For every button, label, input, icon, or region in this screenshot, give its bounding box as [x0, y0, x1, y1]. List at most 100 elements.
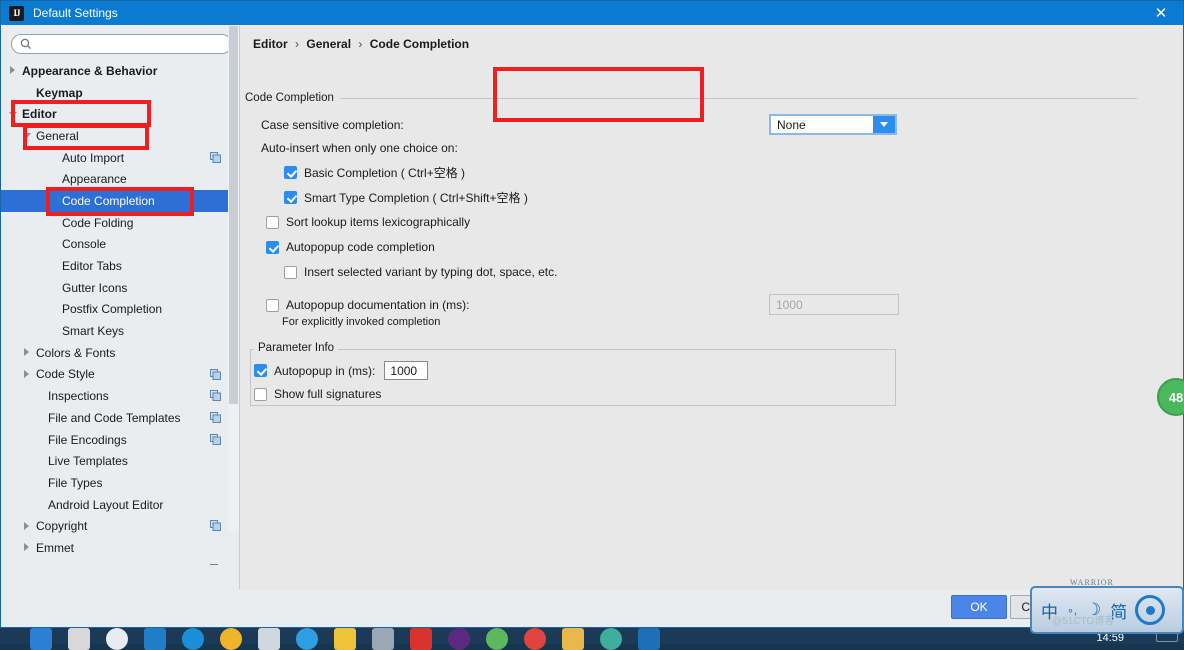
basic-completion-checkbox[interactable] — [284, 166, 297, 179]
smart-type-completion-row[interactable]: Smart Type Completion ( Ctrl+Shift+空格 ) — [284, 189, 528, 206]
taskbar-icon-teal[interactable] — [600, 628, 622, 650]
sidebar-scrollbar-track[interactable] — [228, 26, 239, 531]
copy-settings-icon[interactable] — [210, 368, 221, 380]
sidebar-item-auto-import[interactable]: Auto Import — [1, 147, 239, 169]
copy-settings-icon[interactable] — [210, 151, 221, 163]
taskbar-icon-green[interactable] — [486, 628, 508, 650]
chevron-down-icon[interactable] — [873, 116, 895, 133]
breadcrumb-separator-1: › — [295, 37, 300, 51]
sidebar-item-file-types[interactable]: File Types — [1, 472, 239, 494]
sidebar-item-editor[interactable]: Editor — [1, 103, 239, 125]
basic-completion-row[interactable]: Basic Completion ( Ctrl+空格 ) — [284, 164, 465, 181]
sidebar-item-keymap[interactable]: Keymap — [1, 82, 239, 104]
autopopup-documentation-checkbox[interactable] — [266, 298, 279, 312]
autopopup-code-completion-row[interactable]: Autopopup code completion — [266, 240, 435, 254]
insert-selected-variant-checkbox[interactable] — [284, 265, 297, 279]
close-icon[interactable]: ✕ — [1139, 1, 1183, 25]
insert-selected-variant-row[interactable]: Insert selected variant by typing dot, s… — [284, 265, 557, 279]
copy-settings-icon[interactable] — [210, 412, 221, 423]
sidebar-item-label: Auto Import — [62, 150, 125, 165]
sidebar-item-appearance[interactable]: Appearance — [1, 168, 239, 190]
ime-brand-label: WARRIOR — [1070, 578, 1114, 587]
sidebar-item-label: Appearance — [62, 172, 127, 187]
case-sensitive-completion-dropdown[interactable]: None — [769, 114, 897, 135]
autopopup-documentation-hint-text: For explicitly invoked completion — [282, 316, 441, 328]
taskbar-icon-notes[interactable] — [258, 628, 280, 650]
copy-settings-icon[interactable] — [210, 520, 221, 532]
sidebar-item-label: Live Templates — [48, 454, 128, 469]
sidebar-item-gui-designer[interactable]: GUI Designer — [1, 559, 239, 565]
sidebar-item-android-layout-editor[interactable]: Android Layout Editor — [1, 494, 239, 516]
taskbar-icon-folder[interactable] — [562, 628, 584, 650]
dialog-footer: OK Cancel — [1, 589, 1183, 627]
sort-lookup-row[interactable]: Sort lookup items lexicographically — [266, 215, 470, 229]
sidebar-item-code-completion[interactable]: Code Completion — [1, 190, 239, 212]
sidebar-item-postfix-completion[interactable]: Postfix Completion — [1, 299, 239, 321]
show-full-signatures-checkbox[interactable] — [254, 387, 267, 401]
param-autopopup-row[interactable]: Autopopup in (ms): 1000 — [254, 361, 429, 380]
sidebar-item-copyright[interactable]: Copyright — [1, 515, 239, 537]
breadcrumb-part-editor[interactable]: Editor — [253, 37, 288, 51]
sidebar-item-label: Code Style — [36, 367, 95, 382]
chevron-right-icon[interactable] — [23, 521, 32, 531]
sort-lookup-checkbox[interactable] — [266, 215, 279, 229]
sidebar-item-inspections[interactable]: Inspections — [1, 385, 239, 407]
taskbar-icon-yellow[interactable] — [334, 628, 356, 650]
search-input[interactable] — [36, 36, 223, 52]
taskbar-icon-browser[interactable] — [296, 628, 318, 650]
taskbar-icon-start[interactable] — [30, 628, 52, 650]
param-autopopup-checkbox[interactable] — [254, 364, 267, 377]
sidebar-item-smart-keys[interactable]: Smart Keys — [1, 320, 239, 342]
insert-selected-variant-label: Insert selected variant by typing dot, s… — [304, 265, 558, 279]
basic-completion-label: Basic Completion ( Ctrl+空格 ) — [304, 166, 466, 180]
taskbar-icon-app1[interactable] — [144, 628, 166, 650]
sidebar-item-editor-tabs[interactable]: Editor Tabs — [1, 255, 239, 277]
copy-settings-icon[interactable] — [210, 390, 221, 402]
taskbar-icon-purple[interactable] — [448, 628, 470, 650]
sidebar-item-general[interactable]: General — [1, 125, 239, 147]
smart-type-completion-label: Smart Type Completion ( Ctrl+Shift+空格 ) — [304, 191, 528, 205]
taskbar-icon-red2[interactable] — [524, 628, 546, 650]
ok-button[interactable]: OK — [951, 595, 1007, 619]
taskbar-icon-window[interactable] — [372, 628, 394, 650]
sidebar-item-appearance-behavior[interactable]: Appearance & Behavior — [1, 60, 239, 82]
sidebar-item-file-encodings[interactable]: File Encodings — [1, 429, 239, 451]
sidebar-item-colors-fonts[interactable]: Colors & Fonts — [1, 342, 239, 364]
sidebar-scrollbar-thumb[interactable] — [229, 26, 238, 404]
chevron-right-icon[interactable] — [23, 348, 32, 357]
sidebar-item-code-folding[interactable]: Code Folding — [1, 212, 239, 234]
chevron-right-icon[interactable] — [9, 66, 18, 75]
search-box[interactable] — [11, 34, 232, 54]
taskbar-icon-red[interactable] — [410, 628, 432, 650]
settings-tree[interactable]: Appearance & Behavior Keymap Editor General… — [1, 60, 239, 565]
autopopup-code-completion-checkbox[interactable] — [266, 240, 279, 254]
sidebar-item-file-and-code-templates[interactable]: File and Code Templates — [1, 407, 239, 429]
taskbar-icon-cloud[interactable] — [106, 628, 128, 650]
show-full-signatures-row[interactable]: Show full signatures — [254, 387, 381, 401]
taskbar-icon-explorer[interactable] — [68, 628, 90, 650]
autopopup-documentation-row[interactable]: Autopopup documentation in (ms): — [266, 298, 469, 312]
chevron-down-icon[interactable] — [9, 110, 18, 119]
default-settings-window: IJ Default Settings ✕ Appearance & Behav… — [0, 0, 1184, 628]
copy-settings-icon[interactable] — [210, 433, 221, 445]
sidebar-item-live-templates[interactable]: Live Templates — [1, 450, 239, 472]
taskbar-icon-edge[interactable] — [182, 628, 204, 650]
chevron-right-icon[interactable] — [23, 543, 32, 552]
sidebar-item-gutter-icons[interactable]: Gutter Icons — [1, 277, 239, 299]
taskbar-icon-list[interactable] — [30, 628, 660, 650]
taskbar-icon-idea[interactable] — [638, 628, 660, 650]
chevron-down-icon[interactable] — [23, 131, 32, 140]
copy-settings-icon[interactable] — [210, 563, 221, 565]
param-autopopup-input[interactable]: 1000 — [384, 361, 429, 380]
taskbar-icon-ie[interactable] — [220, 628, 242, 650]
chevron-right-icon[interactable] — [23, 369, 32, 379]
sidebar-item-code-style[interactable]: Code Style — [1, 364, 239, 386]
autopopup-documentation-input[interactable]: 1000 — [769, 294, 899, 315]
gear-icon[interactable] — [1135, 595, 1166, 625]
smart-type-completion-checkbox[interactable] — [284, 191, 297, 204]
sidebar-item-emmet[interactable]: Emmet — [1, 537, 239, 559]
sidebar-item-console[interactable]: Console — [1, 234, 239, 256]
breadcrumb-part-general[interactable]: General — [306, 37, 351, 51]
